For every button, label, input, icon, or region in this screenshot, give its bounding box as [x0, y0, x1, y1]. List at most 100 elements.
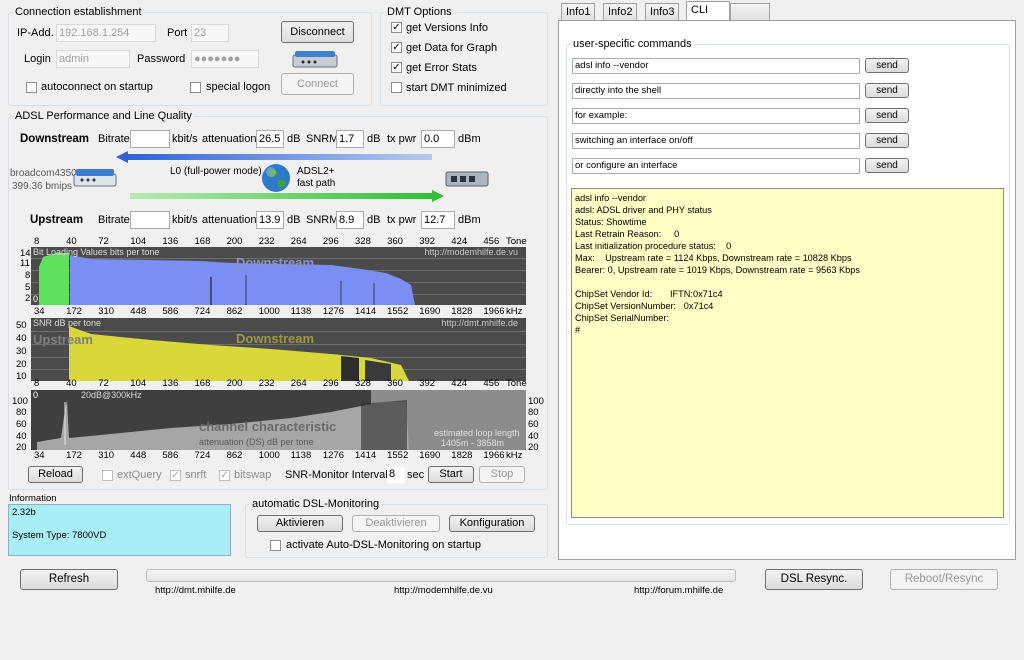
khz-tick-label: 1552: [387, 306, 409, 317]
cli-output[interactable]: adsl info --vendor adsl: ADSL driver and…: [571, 188, 1004, 518]
tab-info1[interactable]: Info1: [561, 3, 596, 20]
tone-tick-label: 200: [226, 378, 243, 389]
send-button-2[interactable]: send: [865, 83, 909, 98]
khz-tick-label: 1828: [451, 450, 473, 461]
password-label: Password: [137, 53, 186, 65]
extquery-label: extQuery: [117, 469, 162, 481]
command-input-4[interactable]: switching an interface on/off: [572, 133, 860, 149]
password-input[interactable]: ●●●●●●●: [191, 50, 259, 68]
send-button-1[interactable]: send: [865, 58, 909, 73]
tone-tick-label: 296: [322, 236, 339, 247]
send-button-5[interactable]: send: [865, 158, 909, 173]
snrft-checkbox[interactable]: ✓: [170, 470, 181, 481]
up-snrm-label: SNRM: [306, 214, 339, 226]
connection-legend: Connection establishment: [15, 6, 142, 18]
tone-unit-label: Tone: [506, 236, 527, 247]
connect-button[interactable]: Connect: [281, 73, 354, 95]
tab-empty[interactable]: [730, 3, 770, 20]
tab-info2[interactable]: Info2: [603, 3, 638, 20]
char-y-tick-right: 80: [528, 407, 539, 418]
link-dmt[interactable]: http://dmt.mhilfe.de: [155, 585, 236, 596]
tab-cli[interactable]: CLI: [686, 1, 730, 21]
khz-tick-label: 1276: [322, 450, 345, 461]
cli-output-line: Max: Upstream rate = 1124 Kbps, Downstre…: [575, 253, 852, 263]
khz-axis-1: 34 172 310 448 586 724 862 1000 1138 1276 1414 1552…: [0, 306, 540, 318]
khz-tick-label: 724: [194, 450, 211, 461]
tab-info3[interactable]: Info3: [645, 3, 680, 20]
snr-y-tick: 30: [16, 346, 27, 357]
khz-tick-label: 1276: [322, 306, 345, 317]
reload-button[interactable]: Reload: [28, 466, 83, 483]
graph-data-label: get Data for Graph: [406, 42, 498, 54]
down-attenuation-value: 26.5: [256, 130, 284, 148]
cli-output-line: Status: Showtime: [575, 217, 647, 227]
char-sub-label: attenuation (DS) dB per tone: [199, 437, 314, 447]
auto-monitoring-startup-checkbox[interactable]: [270, 540, 281, 551]
configuration-button[interactable]: Konfiguration: [449, 515, 535, 532]
bitswap-checkbox[interactable]: ✓: [219, 470, 230, 481]
link-forum[interactable]: http://forum.mhilfe.de: [634, 585, 723, 596]
char-y-tick-right: 40: [528, 431, 539, 442]
special-logon-label: special logon: [206, 81, 271, 93]
versions-info-checkbox[interactable]: ✓: [391, 22, 402, 33]
activate-button[interactable]: Aktivieren: [257, 515, 343, 532]
snr-monitor-input[interactable]: 8: [387, 467, 405, 483]
deactivate-button[interactable]: Deaktivieren: [352, 515, 440, 532]
ip-input[interactable]: 192.168.1.254: [56, 24, 156, 42]
auto-monitoring-startup-label: activate Auto-DSL-Monitoring on startup: [286, 539, 482, 551]
cli-output-line: ChipSet SerialNumber:: [575, 313, 669, 323]
char-y-tick-right: 100: [528, 396, 544, 407]
khz-tick-label: 1000: [258, 450, 280, 461]
bitswap-label: bitswap: [234, 469, 272, 481]
up-snrm-value: 8.9: [336, 211, 364, 229]
error-stats-checkbox[interactable]: ✓: [391, 62, 402, 73]
char-y-tick-right: 60: [528, 419, 539, 430]
command-input-5[interactable]: or configure an interface: [572, 158, 860, 174]
start-minimized-checkbox[interactable]: [391, 82, 402, 93]
extquery-checkbox[interactable]: [102, 470, 113, 481]
port-input[interactable]: 23: [191, 24, 229, 42]
login-input[interactable]: admin: [56, 50, 130, 68]
char-y-tick: 40: [16, 431, 27, 442]
tone-tick-label: 456: [483, 378, 500, 389]
cli-output-line: [575, 276, 1000, 288]
start-button[interactable]: Start: [428, 466, 474, 483]
command-input-1[interactable]: adsl info --vendor: [572, 58, 860, 74]
send-button-4[interactable]: send: [865, 133, 909, 148]
bits-y-tick: 11: [20, 258, 30, 269]
khz-tick-label: 448: [130, 306, 147, 317]
progress-bar: [146, 569, 736, 582]
cli-output-line: adsl: ADSL driver and PHY status: [575, 205, 712, 215]
command-input-2[interactable]: directly into the shell: [572, 83, 860, 99]
cli-output-line: Bearer: 0, Upstream rate = 1019 Kbps, Do…: [575, 265, 860, 275]
khz-axis-2: 34 172 310 448 586 724 862 1000 1138 1276 1414 1552…: [0, 450, 540, 462]
snr-url: http://dmt.mhilfe.de: [441, 318, 518, 328]
adsl-performance-legend: ADSL Performance and Line Quality: [15, 110, 192, 122]
graph-data-checkbox[interactable]: ✓: [391, 42, 402, 53]
link-modemhilfe[interactable]: http://modemhilfe.de.vu: [394, 585, 493, 596]
port-label: Port: [167, 27, 188, 39]
start-minimized-label: start DMT minimized: [406, 82, 507, 94]
khz-unit-label: kHz: [506, 450, 523, 461]
up-attenuation-value: 13.9: [256, 211, 284, 229]
char-y-tick: 100: [12, 396, 28, 407]
khz-tick-label: 862: [226, 306, 243, 317]
tone-tick-label: 8: [34, 378, 40, 389]
disconnect-button[interactable]: Disconnect: [281, 21, 354, 43]
cli-output-line: adsl info --vendor: [575, 193, 646, 203]
send-button-3[interactable]: send: [865, 108, 909, 123]
autoconnect-checkbox[interactable]: [26, 82, 37, 93]
refresh-button[interactable]: Refresh: [20, 569, 118, 590]
information-version: 2.32b: [12, 507, 36, 518]
command-input-3[interactable]: for example:: [572, 108, 860, 124]
reboot-resync-button[interactable]: Reboot/Resync: [890, 569, 998, 590]
char-y-tick: 80: [16, 407, 27, 418]
khz-tick-label: 1414: [355, 306, 377, 317]
down-dbm-label: dBm: [458, 133, 481, 145]
dsl-resync-button[interactable]: DSL Resync.: [765, 569, 863, 590]
down-attenuation-label: attenuation: [202, 133, 257, 145]
special-logon-checkbox[interactable]: [190, 82, 201, 93]
khz-unit-label: kHz: [506, 306, 523, 317]
snr-y-tick: 50: [16, 320, 27, 331]
stop-button[interactable]: Stop: [479, 466, 525, 483]
